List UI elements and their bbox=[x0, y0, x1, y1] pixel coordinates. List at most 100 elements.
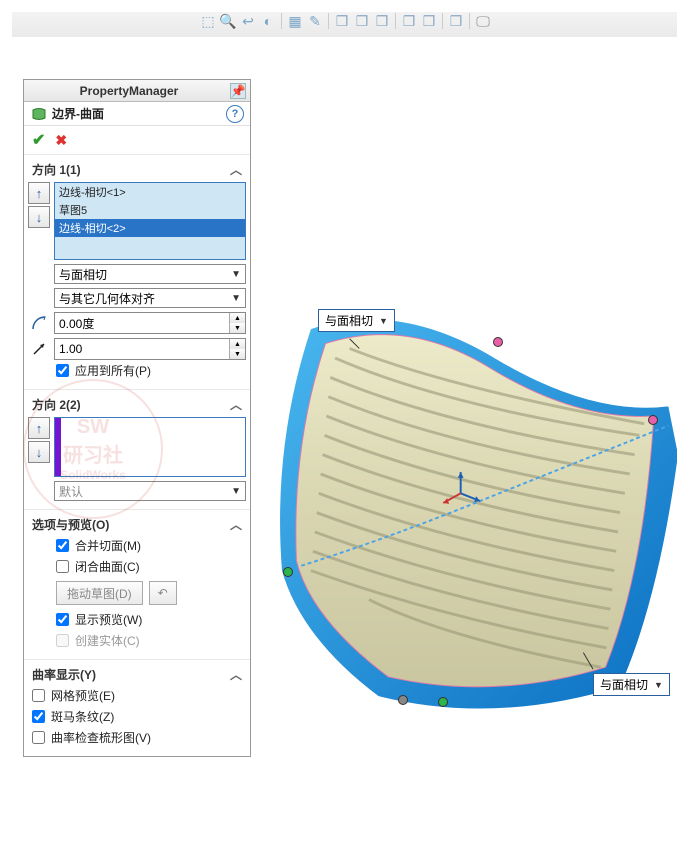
panel-header: PropertyManager 📌 bbox=[24, 80, 250, 102]
monitor-icon[interactable]: 🖵 bbox=[474, 12, 492, 30]
options-header[interactable]: 选项与预览(O) ︿ bbox=[28, 514, 246, 535]
angle-icon bbox=[28, 312, 50, 334]
checkbox-input[interactable] bbox=[56, 364, 69, 377]
dropdown-arrow-icon: ▼ bbox=[231, 486, 241, 497]
callout-top[interactable]: 与面相切 ▼ bbox=[318, 309, 395, 332]
chevron-up-icon: ︿ bbox=[230, 161, 242, 178]
checkbox-input[interactable] bbox=[56, 613, 69, 626]
spin-down-icon[interactable]: ▼ bbox=[230, 323, 245, 333]
spin-up-icon[interactable]: ▲ bbox=[230, 313, 245, 323]
direction2-header[interactable]: 方向 2(2) ︿ bbox=[28, 394, 246, 415]
box1-icon[interactable]: ❒ bbox=[333, 12, 351, 30]
handle-magenta-right[interactable] bbox=[648, 415, 658, 425]
callout-bottom-text: 与面相切 bbox=[600, 676, 648, 693]
panel-title: PropertyManager bbox=[28, 84, 230, 98]
callout-bottom[interactable]: 与面相切 ▼ bbox=[593, 673, 670, 696]
zoom-area-icon[interactable]: 🔍 bbox=[219, 12, 237, 30]
move-up-button[interactable]: ↑ bbox=[28, 182, 50, 204]
ok-cancel-row: ✔ ✖ bbox=[24, 126, 250, 155]
list-item[interactable]: 草图5 bbox=[55, 201, 245, 219]
direction1-listbox[interactable]: 边线-相切<1> 草图5 边线-相切<2> bbox=[54, 182, 246, 260]
undo-button[interactable]: ↶ bbox=[149, 581, 177, 605]
curvature-header[interactable]: 曲率显示(Y) ︿ bbox=[28, 664, 246, 685]
help-button[interactable]: ? bbox=[226, 105, 244, 123]
influence-icon bbox=[28, 338, 50, 360]
display-style-icon[interactable]: ▦ bbox=[286, 12, 304, 30]
checkbox-input[interactable] bbox=[32, 731, 45, 744]
curvature-title: 曲率显示(Y) bbox=[32, 666, 96, 683]
combo-value: 与面相切 bbox=[59, 266, 107, 283]
chevron-up-icon: ︿ bbox=[230, 396, 242, 413]
move-down-button[interactable]: ↓ bbox=[28, 206, 50, 228]
spin-down-icon[interactable]: ▼ bbox=[230, 349, 245, 359]
surface-preview bbox=[253, 37, 678, 853]
direction1-header[interactable]: 方向 1(1) ︿ bbox=[28, 159, 246, 180]
direction2-listbox[interactable] bbox=[54, 417, 246, 477]
checkbox-input[interactable] bbox=[32, 710, 45, 723]
feature-row: 边界-曲面 ? bbox=[24, 102, 250, 126]
direction1-title: 方向 1(1) bbox=[32, 161, 81, 178]
feature-name: 边界-曲面 bbox=[52, 105, 226, 122]
pin-button[interactable]: 📌 bbox=[230, 83, 246, 99]
merge-checkbox[interactable]: 合并切面(M) bbox=[28, 535, 246, 556]
options-section: 选项与预览(O) ︿ 合并切面(M) 闭合曲面(C) 拖动草图(D) ↶ 显示预… bbox=[24, 510, 250, 660]
combo-value: 默认 bbox=[59, 483, 83, 500]
checkbox-input[interactable] bbox=[32, 689, 45, 702]
graphics-viewport[interactable]: 与面相切 ▼ 与面相切 ▼ bbox=[253, 37, 678, 853]
tangent-type-combo[interactable]: 与面相切 ▼ bbox=[54, 264, 246, 284]
callout-top-text: 与面相切 bbox=[325, 312, 373, 329]
align-combo[interactable]: 与其它几何体对齐 ▼ bbox=[54, 288, 246, 308]
list-item[interactable]: 边线-相切<2> bbox=[55, 219, 245, 237]
list-item[interactable]: 边线-相切<1> bbox=[55, 183, 245, 201]
comb-checkbox[interactable]: 曲率检查梳形图(V) bbox=[28, 727, 246, 748]
close-checkbox[interactable]: 闭合曲面(C) bbox=[28, 556, 246, 577]
box6-icon[interactable]: ❒ bbox=[447, 12, 465, 30]
combo-value: 与其它几何体对齐 bbox=[59, 290, 155, 307]
hide-show-icon[interactable]: ✎ bbox=[306, 12, 324, 30]
angle-value: 0.00度 bbox=[55, 315, 229, 332]
handle-green-left[interactable] bbox=[283, 567, 293, 577]
dropdown-arrow-icon: ▼ bbox=[654, 680, 663, 690]
move-up-button[interactable]: ↑ bbox=[28, 417, 50, 439]
chevron-up-icon: ︿ bbox=[230, 666, 242, 683]
mesh-preview-checkbox[interactable]: 网格预览(E) bbox=[28, 685, 246, 706]
box5-icon[interactable]: ❒ bbox=[420, 12, 438, 30]
dropdown-arrow-icon: ▼ bbox=[231, 293, 241, 304]
section-view-icon[interactable]: ◐ bbox=[259, 12, 277, 30]
apply-all-checkbox[interactable]: 应用到所有(P) bbox=[28, 360, 246, 381]
checkbox-input bbox=[56, 634, 69, 647]
direction1-section: 方向 1(1) ︿ ↑ ↓ 边线-相切<1> 草图5 边线-相切<2> 与面相切… bbox=[24, 155, 250, 390]
cancel-button[interactable]: ✖ bbox=[55, 132, 67, 149]
apply-all-label: 应用到所有(P) bbox=[75, 362, 151, 379]
dropdown-arrow-icon: ▼ bbox=[379, 316, 388, 326]
chevron-up-icon: ︿ bbox=[230, 516, 242, 533]
handle-magenta-top[interactable] bbox=[493, 337, 503, 347]
box2-icon[interactable]: ❒ bbox=[353, 12, 371, 30]
curvature-section: 曲率显示(Y) ︿ 网格预览(E) 斑马条纹(Z) 曲率检查梳形图(V) bbox=[24, 660, 250, 756]
boundary-surface-icon bbox=[30, 105, 48, 123]
prev-view-icon[interactable]: ↩ bbox=[239, 12, 257, 30]
angle-spinbox[interactable]: 0.00度 ▲▼ bbox=[54, 312, 246, 334]
property-manager-panel: PropertyManager 📌 边界-曲面 ? ✔ ✖ 方向 1(1) ︿ … bbox=[23, 79, 251, 757]
undo-icon: ↶ bbox=[158, 586, 168, 600]
checkbox-input[interactable] bbox=[56, 560, 69, 573]
drag-sketch-button[interactable]: 拖动草图(D) bbox=[56, 581, 143, 605]
box3-icon[interactable]: ❒ bbox=[373, 12, 391, 30]
dropdown-arrow-icon: ▼ bbox=[231, 269, 241, 280]
zoom-fit-icon[interactable]: ⬚ bbox=[199, 12, 217, 30]
handle-grey-bottom[interactable] bbox=[398, 695, 408, 705]
view-toolbar: ⬚ 🔍 ↩ ◐ ▦ ✎ ❒ ❒ ❒ ❒ ❒ ❒ 🖵 bbox=[9, 9, 680, 33]
box4-icon[interactable]: ❒ bbox=[400, 12, 418, 30]
move-down-button[interactable]: ↓ bbox=[28, 441, 50, 463]
handle-green-bottom[interactable] bbox=[438, 697, 448, 707]
tangent-type2-combo[interactable]: 默认 ▼ bbox=[54, 481, 246, 501]
ok-button[interactable]: ✔ bbox=[32, 130, 45, 150]
spin-up-icon[interactable]: ▲ bbox=[230, 339, 245, 349]
checkbox-input[interactable] bbox=[56, 539, 69, 552]
create-solid-checkbox: 创建实体(C) bbox=[28, 630, 246, 651]
show-preview-checkbox[interactable]: 显示预览(W) bbox=[28, 609, 246, 630]
influence-value: 1.00 bbox=[55, 342, 229, 356]
zebra-checkbox[interactable]: 斑马条纹(Z) bbox=[28, 706, 246, 727]
options-title: 选项与预览(O) bbox=[32, 516, 109, 533]
influence-spinbox[interactable]: 1.00 ▲▼ bbox=[54, 338, 246, 360]
